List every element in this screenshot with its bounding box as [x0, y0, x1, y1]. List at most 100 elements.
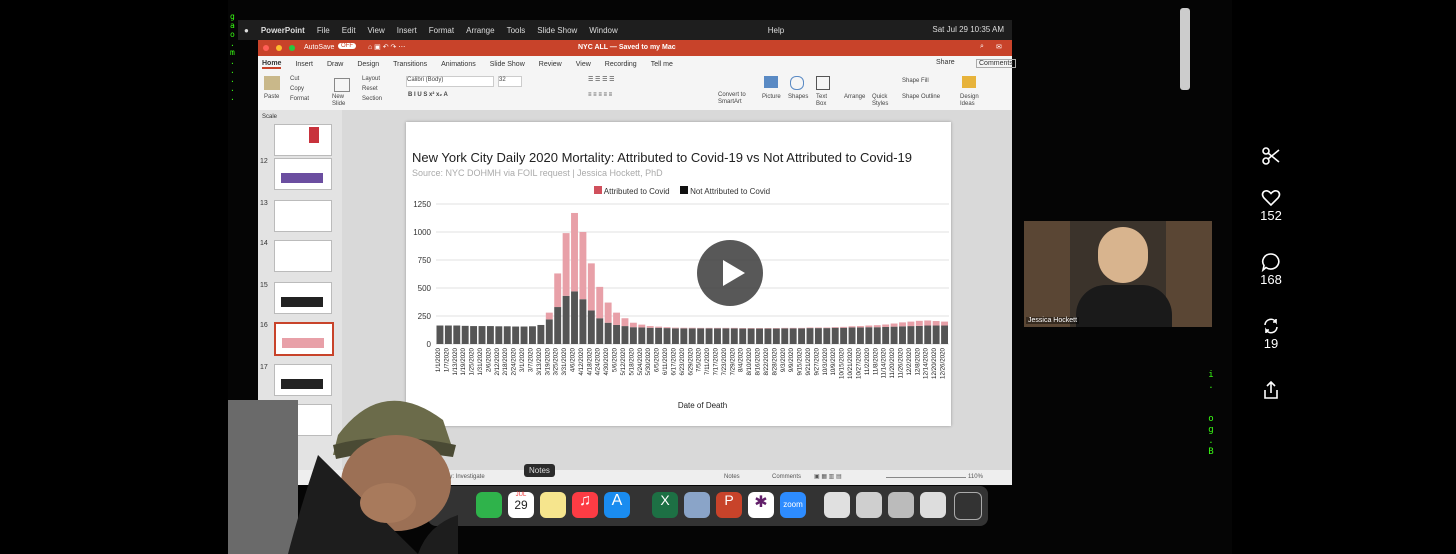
minimize-button[interactable] [276, 45, 282, 51]
tab-review[interactable]: Review [539, 61, 562, 68]
zoom-app-icon[interactable]: zoom [780, 492, 806, 518]
close-button[interactable] [263, 45, 269, 51]
comments-button[interactable]: Comments [976, 59, 1016, 68]
format-painter-button[interactable]: Format [290, 96, 309, 102]
menu-insert[interactable]: Insert [397, 26, 417, 35]
bar-noncovid [756, 328, 763, 344]
thumb-12[interactable] [274, 158, 332, 190]
facetime-icon[interactable] [476, 492, 502, 518]
textbox-icon[interactable] [816, 76, 830, 90]
thumb-14[interactable] [274, 240, 332, 272]
thumb-13[interactable] [274, 200, 332, 232]
tab-tell-me[interactable]: Tell me [651, 61, 673, 68]
view-buttons[interactable]: ▣ ▦ ▥ ▤ [814, 473, 842, 480]
play-button[interactable] [697, 240, 763, 306]
thumb-16-selected[interactable] [274, 322, 334, 356]
paste-icon[interactable] [264, 76, 280, 90]
textbox-button[interactable]: Text Box [816, 94, 830, 108]
slack-icon[interactable]: ✱ [748, 492, 774, 518]
section-scale[interactable]: Scale [262, 114, 277, 120]
tab-home[interactable]: Home [262, 60, 282, 69]
menu-window[interactable]: Window [589, 26, 617, 35]
reset-button[interactable]: Reset [362, 86, 378, 92]
shapes-button[interactable]: Shapes [788, 94, 808, 100]
share-button[interactable]: Share [936, 59, 955, 66]
menu-view[interactable]: View [368, 26, 385, 35]
shape-outline-button[interactable]: Shape Outline [902, 94, 940, 100]
new-slide-label[interactable]: New Slide [332, 94, 354, 108]
section-button[interactable]: Section [362, 96, 382, 102]
comment-button[interactable]: 168 [1251, 252, 1291, 287]
trash-icon[interactable] [954, 492, 982, 520]
music-icon[interactable]: ♫ [572, 492, 598, 518]
menu-file[interactable]: File [317, 26, 330, 35]
bullets-button[interactable]: ☰ ☰ ☰ ☰ [588, 76, 615, 83]
menu-slideshow[interactable]: Slide Show [537, 26, 577, 35]
tab-recording[interactable]: Recording [605, 61, 637, 68]
bold-button[interactable]: B I U S x² x₂ A [408, 92, 448, 98]
window-thumbnail-icon[interactable] [856, 492, 882, 518]
feedback-icon[interactable]: ✉ [996, 43, 1002, 51]
bar-covid [890, 323, 898, 327]
window-thumbnail-icon[interactable] [888, 492, 914, 518]
zoom-button[interactable] [289, 45, 295, 51]
thumb-number: 16 [260, 322, 268, 329]
thumb-11[interactable] [274, 124, 332, 156]
quick-styles-button[interactable]: Quick Styles [872, 94, 892, 108]
preview-icon[interactable] [684, 492, 710, 518]
menu-help[interactable]: Help [768, 26, 784, 35]
cut-button[interactable]: Cut [290, 76, 299, 82]
like-button[interactable]: 152 [1251, 188, 1291, 223]
font-size-select[interactable]: 32 [498, 76, 522, 87]
shapes-icon[interactable] [790, 76, 804, 90]
bar-covid [688, 327, 696, 329]
thumb-15[interactable] [274, 282, 332, 314]
calendar-icon[interactable]: JUL 29 [508, 492, 534, 518]
share-post-button[interactable] [1251, 380, 1291, 400]
picture-button[interactable]: Picture [762, 94, 781, 100]
notes-button[interactable]: Notes [724, 474, 740, 480]
design-ideas-icon[interactable] [962, 76, 976, 88]
document-icon[interactable] [824, 492, 850, 518]
slide[interactable]: New York City Daily 2020 Mortality: Attr… [406, 122, 951, 426]
tab-draw[interactable]: Draw [327, 61, 343, 68]
picture-icon[interactable] [764, 76, 778, 88]
clip-button[interactable] [1251, 146, 1291, 166]
zoom-level[interactable]: 110% [968, 474, 983, 480]
menu-edit[interactable]: Edit [342, 26, 356, 35]
excel-icon[interactable]: X [652, 492, 678, 518]
convert-smartart-button[interactable]: Convert to SmartArt [718, 92, 748, 106]
menu-arrange[interactable]: Arrange [466, 26, 494, 35]
font-name-select[interactable]: Calibri (Body) [406, 76, 494, 87]
notes-app-icon[interactable] [540, 492, 566, 518]
search-icon[interactable]: ⌕ [980, 43, 984, 51]
tab-animations[interactable]: Animations [441, 61, 476, 68]
layout-button[interactable]: Layout [362, 76, 380, 82]
mac-menubar: ● PowerPoint File Edit View Insert Forma… [238, 20, 1012, 40]
tab-transitions[interactable]: Transitions [393, 61, 427, 68]
menu-tools[interactable]: Tools [507, 26, 526, 35]
x-tick-label: 8/22/2020 [763, 347, 770, 375]
tab-view[interactable]: View [576, 61, 591, 68]
shape-fill-button[interactable]: Shape Fill [902, 78, 929, 84]
autosave-toggle[interactable]: OFF [338, 43, 356, 49]
menu-app-name[interactable]: PowerPoint [261, 26, 305, 35]
tab-insert[interactable]: Insert [295, 61, 313, 68]
powerpoint-icon[interactable]: P [716, 492, 742, 518]
home-icon[interactable]: ⌂ ▣ ↶ ↷ ⋯ [368, 43, 405, 51]
menu-format[interactable]: Format [429, 26, 454, 35]
window-thumbnail-icon[interactable] [920, 492, 946, 518]
apple-icon[interactable]: ● [244, 26, 249, 35]
align-buttons[interactable]: ≡ ≡ ≡ ≡ ≡ [588, 92, 612, 98]
repost-button[interactable]: 19 [1251, 316, 1291, 351]
copy-button[interactable]: Copy [290, 86, 304, 92]
tab-slideshow[interactable]: Slide Show [490, 61, 525, 68]
app-store-icon[interactable]: A [604, 492, 630, 518]
design-ideas-button[interactable]: Design Ideas [960, 94, 984, 108]
comments-status-button[interactable]: Comments [772, 474, 801, 480]
paste-label[interactable]: Paste [264, 94, 279, 100]
tab-design[interactable]: Design [357, 61, 379, 68]
zoom-slider[interactable] [886, 477, 966, 478]
arrange-button[interactable]: Arrange [844, 94, 865, 100]
new-slide-icon[interactable] [334, 78, 350, 92]
